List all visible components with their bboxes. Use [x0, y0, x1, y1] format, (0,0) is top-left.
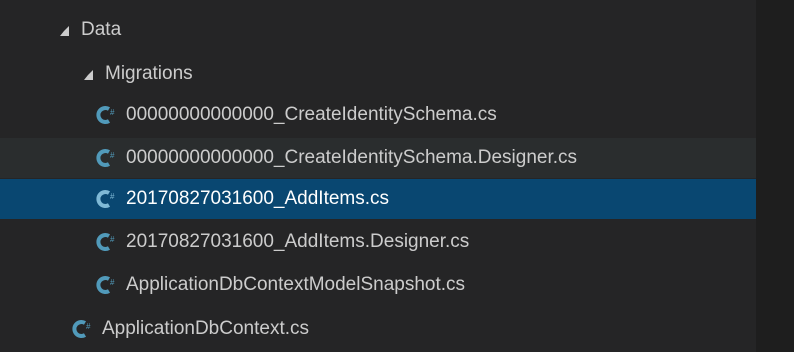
chevron-expanded-icon[interactable]: [84, 70, 93, 80]
tree-folder-migrations[interactable]: Migrations: [0, 54, 756, 94]
chevron-expanded-icon[interactable]: [60, 26, 69, 36]
file-label: 20170827031600_AddItems.Designer.cs: [126, 231, 470, 252]
tree-file-row-selected[interactable]: # 20170827031600_AddItems.cs: [0, 179, 756, 219]
csharp-icon: #: [95, 274, 117, 296]
tree-file-row[interactable]: # 00000000000000_CreateIdentitySchema.De…: [0, 138, 756, 178]
svg-text:#: #: [86, 322, 91, 331]
file-label: ApplicationDbContext.cs: [102, 318, 309, 339]
tree-file-row[interactable]: # ApplicationDbContextModelSnapshot.cs: [0, 265, 756, 305]
svg-text:#: #: [110, 108, 115, 117]
file-label: ApplicationDbContextModelSnapshot.cs: [126, 274, 466, 295]
folder-label: Data: [81, 19, 122, 40]
svg-text:#: #: [110, 192, 115, 201]
tree-file-row[interactable]: # 00000000000000_CreateIdentitySchema.cs: [0, 95, 756, 135]
svg-text:#: #: [110, 235, 115, 244]
tree-file-row[interactable]: # 20170827031600_AddItems.Designer.cs: [0, 222, 756, 262]
csharp-icon: #: [95, 231, 117, 253]
file-label: 20170827031600_AddItems.cs: [126, 188, 390, 209]
svg-text:#: #: [110, 151, 115, 160]
csharp-icon: #: [95, 188, 117, 210]
file-label: 00000000000000_CreateIdentitySchema.cs: [126, 104, 497, 125]
csharp-icon: #: [95, 104, 117, 126]
tree-file-row[interactable]: # ApplicationDbContext.cs: [0, 309, 756, 349]
csharp-icon: #: [71, 318, 93, 340]
svg-text:#: #: [110, 278, 115, 287]
file-explorer-tree: Data Migrations # 00000000000000_CreateI…: [0, 0, 794, 352]
csharp-icon: #: [95, 147, 117, 169]
folder-label: Migrations: [105, 63, 193, 84]
tree-folder-data[interactable]: Data: [0, 10, 756, 50]
file-label: 00000000000000_CreateIdentitySchema.Desi…: [126, 147, 578, 168]
